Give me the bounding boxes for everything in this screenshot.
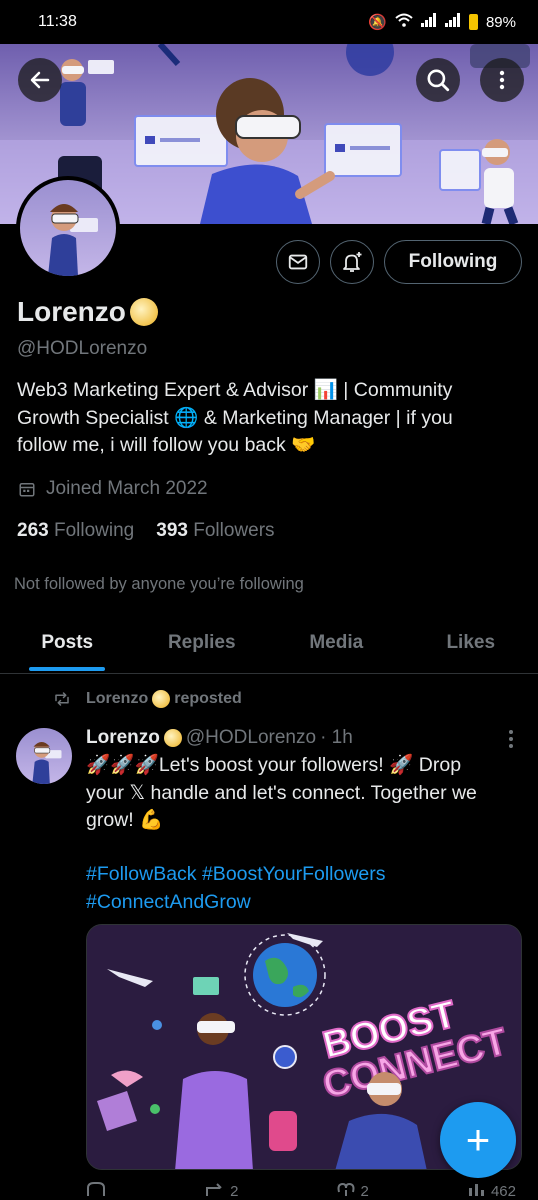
post-text: 🚀🚀🚀Let's boost your followers! 🚀 Drop yo… [86, 752, 516, 835]
full-moon-icon [129, 298, 158, 326]
followers-stat-link[interactable]: 393 Followers [156, 520, 274, 542]
like-button[interactable]: 2 [336, 1182, 369, 1200]
bio-line: follow me, i will follow you back 🤝 [17, 434, 316, 456]
profile-name: Lorenzo [17, 296, 158, 328]
post-author-name[interactable]: Lorenzo [86, 727, 160, 749]
following-button[interactable]: Following [384, 240, 522, 284]
tab-likes[interactable]: Likes [404, 618, 538, 673]
more-options-button[interactable] [480, 58, 524, 102]
views-button[interactable]: 462 [467, 1182, 516, 1200]
repost-count: 2 [230, 1183, 239, 1200]
back-button[interactable] [18, 58, 62, 102]
more-vertical-icon [509, 730, 513, 748]
search-button[interactable] [416, 58, 460, 102]
bell-plus-icon [343, 252, 362, 272]
reply-icon [87, 1182, 105, 1196]
repost-icon [55, 692, 69, 706]
wifi-icon [395, 13, 413, 31]
post-hashtags[interactable]: #FollowBack #BoostYourFollowers #Connect… [86, 861, 516, 916]
repost-icon [205, 1183, 222, 1196]
status-icons: 🔕 89% [368, 13, 516, 31]
post-time[interactable]: · 1h [320, 727, 353, 749]
following-count: 263 [17, 520, 49, 541]
signal-icon [420, 13, 437, 31]
profile-bio: Web3 Marketing Expert & Advisor 📊 | Comm… [17, 377, 517, 460]
envelope-icon [288, 254, 308, 270]
following-stat-link[interactable]: 263 Following [17, 520, 134, 542]
joined-text: Joined March 2022 [46, 478, 208, 499]
follow-stats: 263 Following 393 Followers [17, 520, 275, 542]
profile-tabs: Posts Replies Media Likes [0, 618, 538, 674]
battery-icon [468, 14, 478, 30]
profile-name-text: Lorenzo [17, 296, 126, 327]
full-moon-icon [152, 690, 171, 708]
profile-avatar[interactable] [16, 176, 120, 280]
repost-indicator[interactable]: Lorenzo reposted [52, 690, 242, 708]
post-text-line: your 𝕏 handle and let's connect. Togethe… [86, 781, 477, 804]
post-more-button[interactable] [504, 728, 518, 755]
repost-button[interactable]: 2 [204, 1182, 239, 1200]
hashtag-line[interactable]: #ConnectAndGrow [86, 889, 516, 917]
post-text-line: grow! 💪 [86, 809, 164, 831]
plus-icon: + [465, 1116, 491, 1163]
bio-line: Growth Specialist 🌐 & Marketing Manager … [17, 406, 453, 429]
avatar-illustration [32, 742, 62, 784]
avatar-illustration [48, 204, 98, 276]
notification-subscribe-button[interactable] [330, 240, 374, 284]
status-time: 11:38 [38, 13, 77, 30]
post-author-handle[interactable]: @HODLorenzo [186, 727, 316, 749]
post-header: Lorenzo @HODLorenzo · 1h [86, 727, 526, 749]
view-count: 462 [490, 1183, 516, 1200]
analytics-icon [468, 1184, 484, 1196]
repost-author: Lorenzo [86, 690, 149, 707]
compose-post-button[interactable]: + [440, 1102, 516, 1178]
heart-icon [337, 1182, 355, 1196]
profile-handle: @HODLorenzo [17, 338, 148, 359]
status-bar: 11:38 🔕 89% [0, 0, 538, 44]
post-text-line: 🚀🚀🚀Let's boost your followers! 🚀 Drop [86, 754, 462, 776]
hashtag-line[interactable]: #FollowBack #BoostYourFollowers [86, 861, 516, 889]
message-button[interactable] [276, 240, 320, 284]
signal-icon-2 [444, 13, 461, 31]
joined-date: Joined March 2022 [18, 478, 208, 500]
post-author-avatar[interactable] [16, 728, 72, 784]
tab-posts[interactable]: Posts [0, 618, 135, 673]
tab-media[interactable]: Media [269, 618, 404, 673]
bio-line: Web3 Marketing Expert & Advisor 📊 | Comm… [17, 379, 453, 401]
battery-level: 89% [485, 13, 516, 31]
following-label: Following [53, 520, 135, 541]
not-followed-notice: Not followed by anyone you’re following [14, 575, 304, 593]
followers-count: 393 [156, 520, 188, 541]
full-moon-icon [163, 729, 182, 747]
reply-button[interactable] [86, 1182, 106, 1200]
repost-label: reposted [174, 690, 242, 707]
calendar-icon [19, 483, 35, 497]
more-vertical-icon [499, 70, 505, 90]
back-arrow-icon [30, 71, 50, 89]
post-actions: 2 2 462 [86, 1182, 516, 1200]
like-count: 2 [360, 1183, 369, 1200]
followers-label: Followers [193, 520, 275, 541]
tab-replies[interactable]: Replies [135, 618, 270, 673]
mute-icon: 🔕 [368, 14, 387, 31]
search-icon [427, 69, 450, 92]
